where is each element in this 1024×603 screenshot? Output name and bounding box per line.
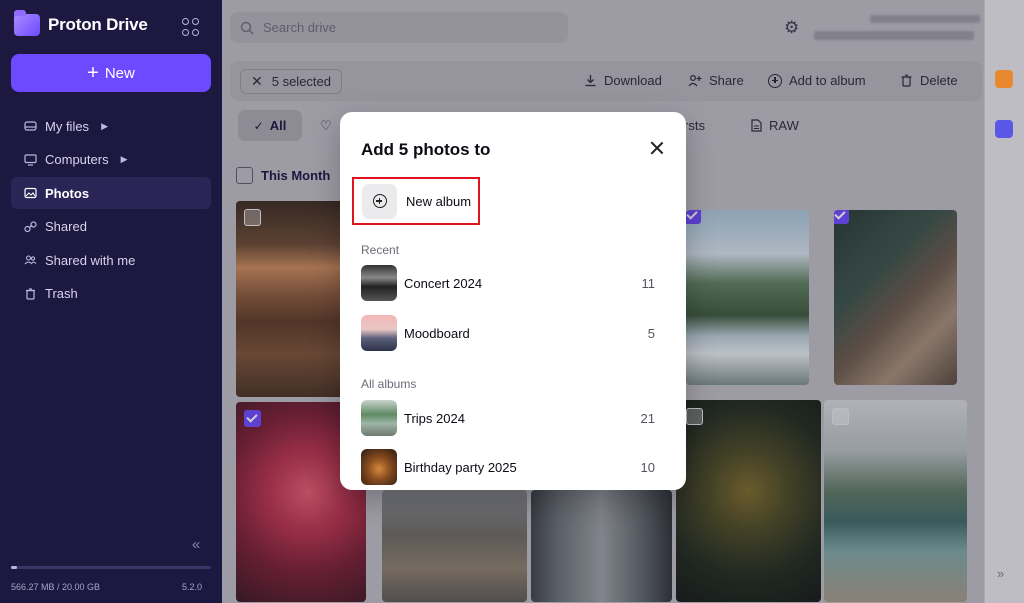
sidebar-item-photos[interactable]: Photos (11, 177, 211, 210)
calendar-app-icon[interactable] (995, 120, 1013, 138)
contacts-app-icon[interactable] (995, 70, 1013, 88)
proton-drive-logo[interactable]: Proton Drive (14, 10, 148, 36)
album-row-birthday-party-2025[interactable]: Birthday party 2025 10 (361, 449, 655, 485)
sidebar-item-label: Shared (45, 219, 87, 235)
add-to-album-modal: Add 5 photos to New album Recent Concert… (340, 112, 686, 490)
trash-icon (23, 287, 37, 301)
close-icon[interactable] (648, 139, 666, 157)
recent-section-label: Recent (361, 243, 400, 257)
new-button-label: New (104, 64, 135, 82)
sidebar-item-label: Computers (45, 152, 109, 168)
album-name: Trips 2024 (404, 410, 465, 426)
album-row-concert-2024[interactable]: Concert 2024 11 (361, 265, 655, 301)
new-album-button[interactable]: New album (352, 177, 480, 225)
app-name: Proton Drive (48, 15, 148, 34)
sidebar-item-label: Trash (45, 286, 78, 302)
new-album-label: New album (406, 193, 472, 209)
album-name: Moodboard (404, 325, 470, 341)
album-thumbnail (361, 265, 397, 301)
sidebar-item-my-files[interactable]: My files ▶ (11, 110, 211, 142)
sidebar-item-label: My files (45, 118, 90, 134)
album-count: 11 (641, 275, 656, 291)
modal-title: Add 5 photos to (361, 140, 491, 159)
album-thumbnail (361, 315, 397, 351)
album-thumbnail (361, 449, 397, 485)
right-rail: » (984, 0, 1024, 603)
storage-usage-text: 566.27 MB / 20.00 GB (11, 582, 101, 592)
storage-progress-bar (11, 566, 211, 569)
album-row-trips-2024[interactable]: Trips 2024 21 (361, 400, 655, 436)
album-thumbnail (361, 400, 397, 436)
storage-progress-fill (11, 566, 17, 569)
expand-rail-icon[interactable]: » (997, 566, 1004, 581)
sidebar-nav: My files ▶ Computers ▶ Photos Shared Sha… (11, 110, 211, 312)
all-albums-section-label: All albums (361, 377, 417, 391)
folder-logo-icon (14, 10, 40, 36)
caret-right-icon[interactable]: ▶ (121, 154, 128, 165)
plus-icon: + (87, 62, 99, 84)
plus-circle-icon (372, 194, 387, 208)
app-switcher-icon[interactable] (182, 18, 200, 36)
users-icon (23, 253, 37, 267)
sidebar-item-label: Photos (45, 185, 90, 201)
collapse-sidebar-icon[interactable]: « (192, 536, 200, 553)
album-count: 5 (647, 325, 655, 341)
album-count: 21 (640, 410, 655, 426)
sidebar-item-label: Shared with me (45, 252, 136, 268)
caret-right-icon[interactable]: ▶ (101, 121, 108, 132)
album-count: 10 (640, 459, 655, 475)
hard-drive-icon (23, 119, 37, 133)
image-icon (23, 186, 37, 200)
album-name: Birthday party 2025 (404, 459, 517, 475)
monitor-icon (23, 153, 37, 167)
sidebar-item-shared[interactable]: Shared (11, 211, 211, 243)
sidebar: Proton Drive + New My files ▶ Computers … (0, 0, 222, 603)
sidebar-item-trash[interactable]: Trash (11, 278, 211, 310)
sidebar-item-shared-with-me[interactable]: Shared with me (11, 244, 211, 276)
app-version: 5.2.0 (182, 582, 203, 592)
album-name: Concert 2024 (404, 275, 483, 291)
new-album-icon-box (362, 183, 397, 219)
album-row-moodboard[interactable]: Moodboard 5 (361, 315, 655, 351)
new-button[interactable]: + New (11, 54, 211, 92)
link-icon (23, 220, 37, 234)
sidebar-item-computers[interactable]: Computers ▶ (11, 144, 211, 176)
